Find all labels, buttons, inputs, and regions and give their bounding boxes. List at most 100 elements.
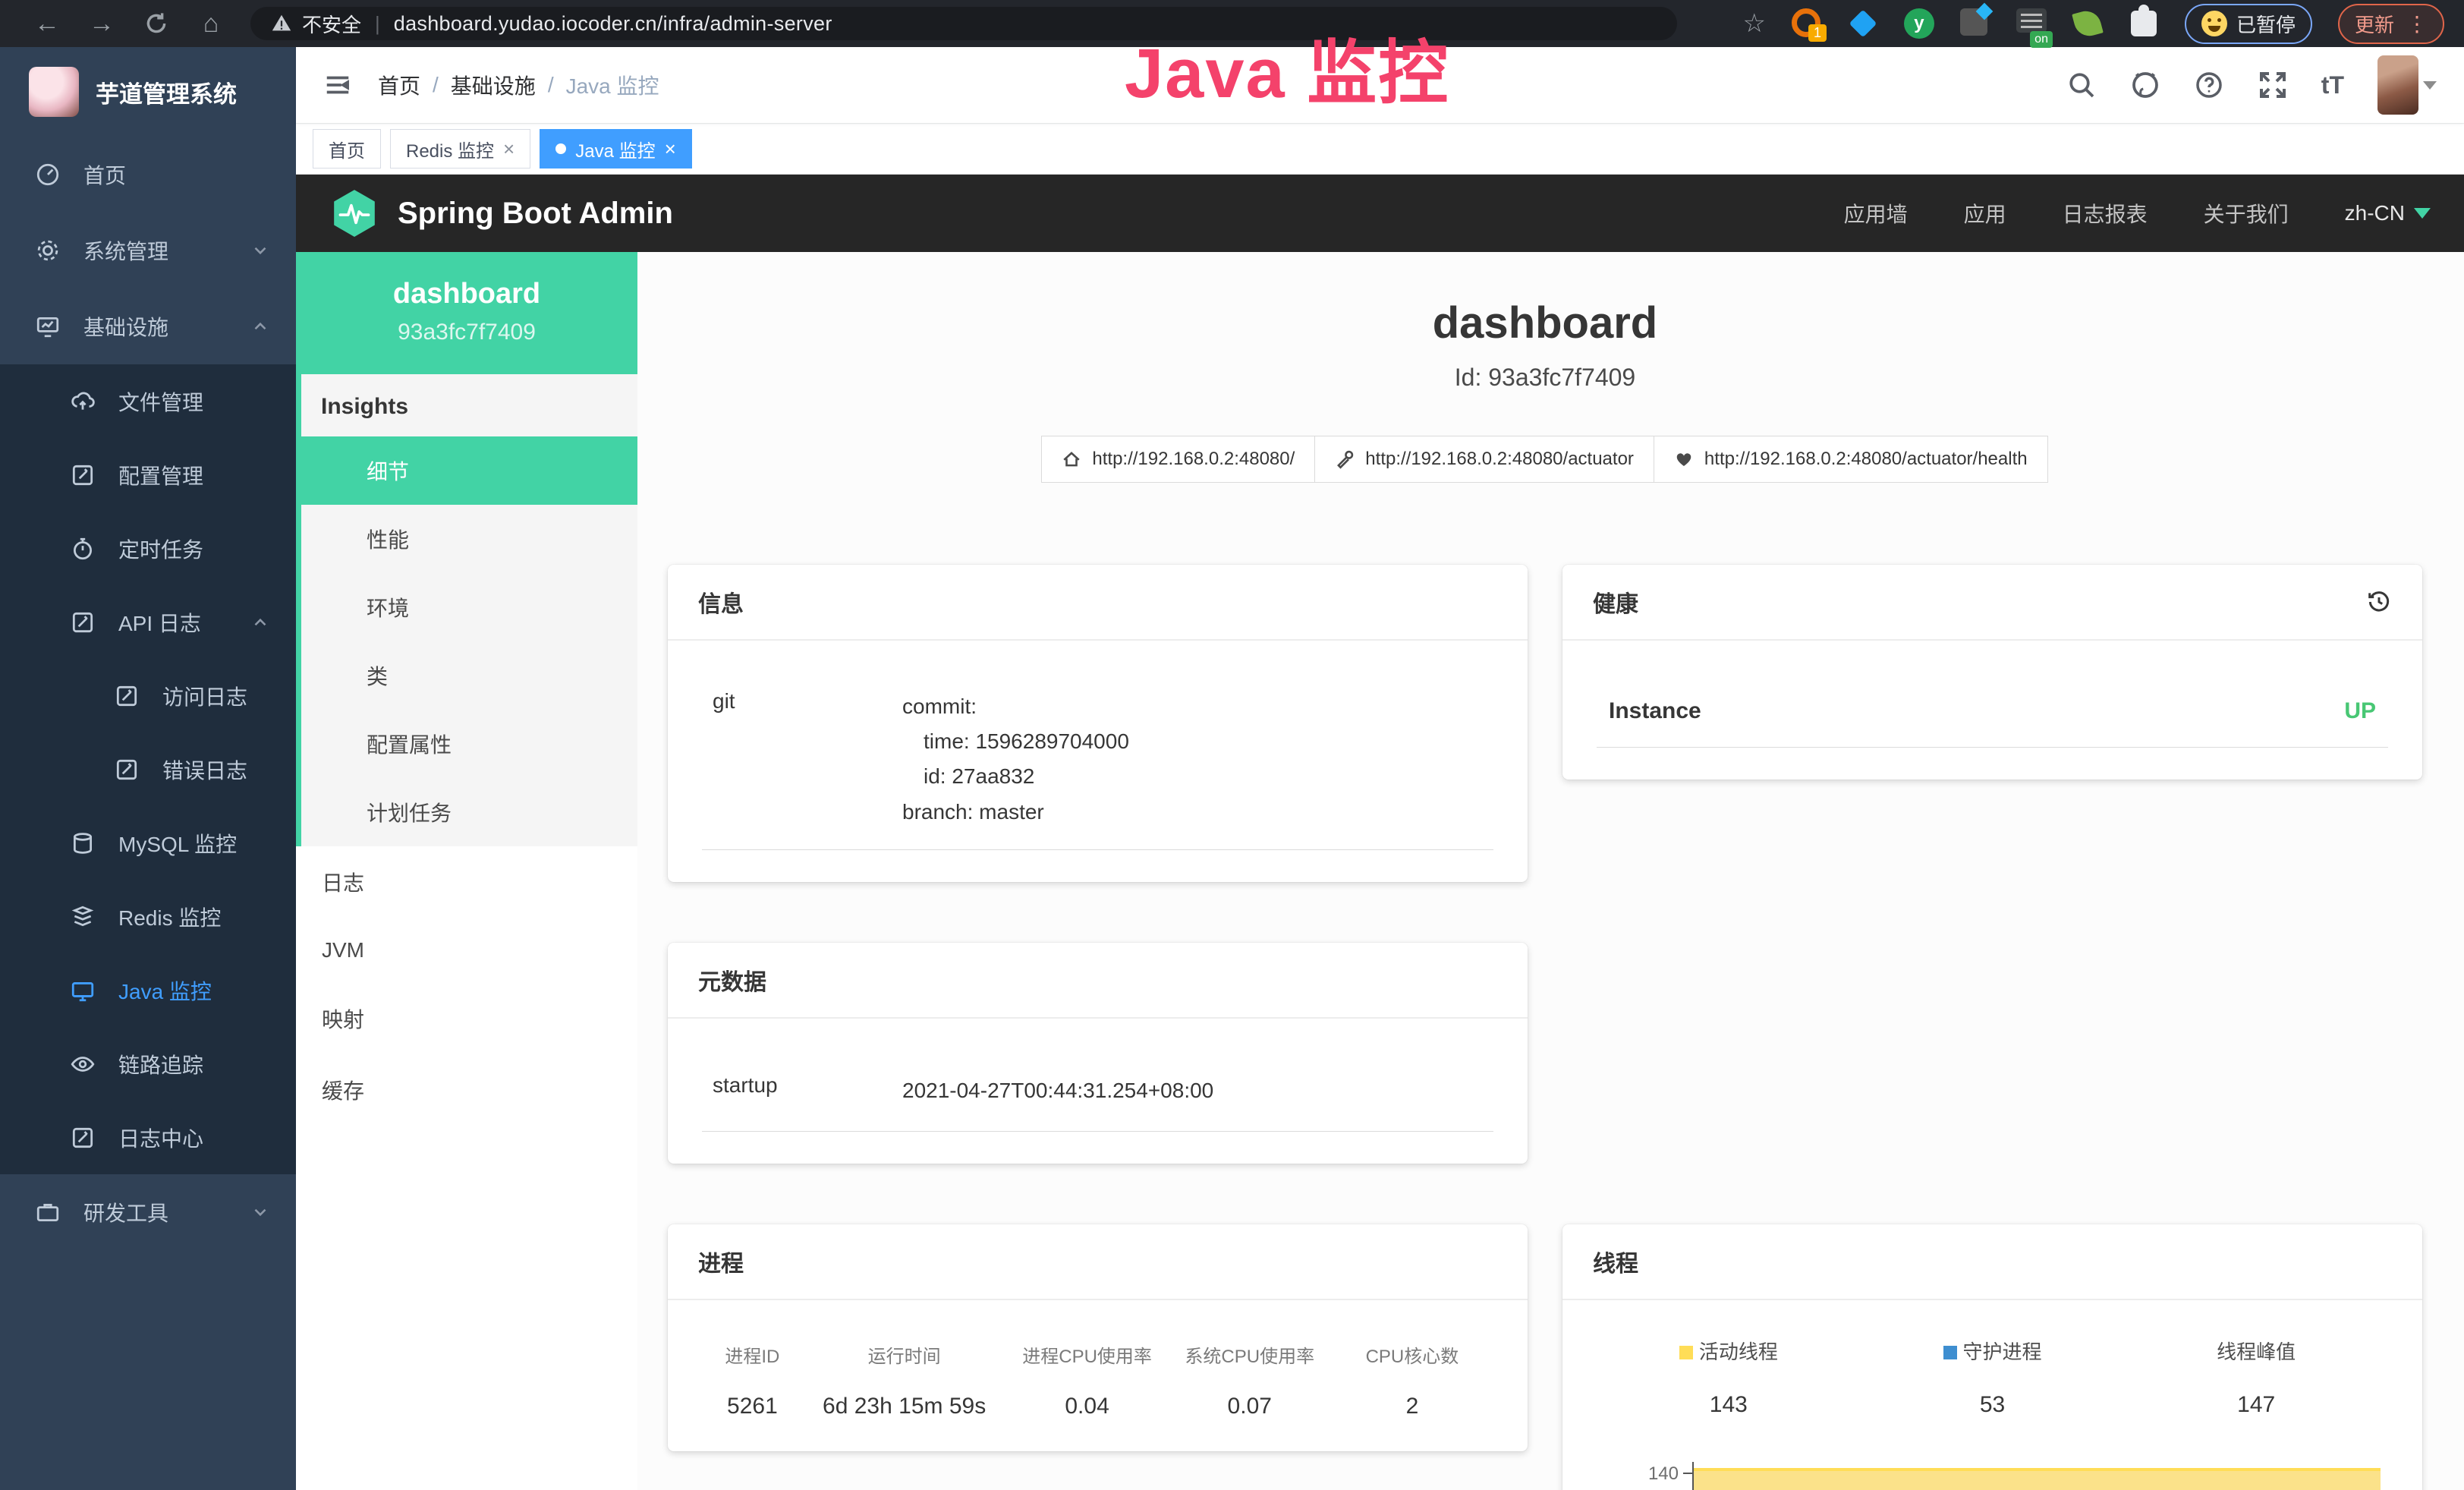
bookmark-star-icon[interactable]: ☆	[1742, 8, 1765, 39]
process-header-pid: 进程ID	[702, 1341, 803, 1368]
git-id-line: id: 27aa832	[902, 759, 1129, 794]
sidebar-item-files[interactable]: 文件管理	[0, 364, 296, 438]
sidebar-item-infra[interactable]: 基础设施	[0, 288, 296, 364]
sidebar-item-system[interactable]: 系统管理	[0, 213, 296, 288]
home-icon[interactable]: ⌂	[184, 9, 238, 39]
sba-nav-applications[interactable]: 应用	[1964, 198, 2006, 228]
security-label[interactable]: 不安全	[302, 10, 361, 38]
sba-brand[interactable]: Spring Boot Admin	[329, 188, 673, 238]
service-url-button[interactable]: http://192.168.0.2:48080/	[1041, 436, 1315, 483]
url-text[interactable]: dashboard.yudao.iocoder.cn/infra/admin-s…	[394, 12, 832, 36]
sidebar-item-jobs[interactable]: 定时任务	[0, 512, 296, 585]
extension-y-icon[interactable]: y	[1904, 8, 1934, 39]
extension-list-icon[interactable]: on	[2016, 8, 2047, 39]
sidebar-item-mysql[interactable]: MySQL 监控	[0, 806, 296, 880]
tag-label: Redis 监控	[406, 136, 494, 162]
tag-redis-monitor[interactable]: Redis 监控 ×	[390, 129, 530, 169]
sidebar-item-redis[interactable]: Redis 监控	[0, 880, 296, 953]
sba-nav-journal[interactable]: 日志报表	[2063, 198, 2148, 228]
process-card: 进程 进程ID 5261 运行时间 6d 23h 15m 59s	[668, 1224, 1528, 1451]
health-card: 健康 Instance UP	[1562, 565, 2422, 780]
sidebar-item-log-center[interactable]: 日志中心	[0, 1101, 296, 1174]
sba-item-config-props[interactable]: 配置属性	[301, 710, 637, 778]
card-title: 健康	[1593, 585, 1638, 619]
health-instance-row[interactable]: Instance UP	[1597, 680, 2388, 748]
chrome-update-button[interactable]: 更新 ⋮	[2338, 4, 2444, 44]
sidebar-item-java-monitor[interactable]: Java 监控	[0, 953, 296, 1027]
tags-view-bar: 首页 Redis 监控 × Java 监控 ×	[296, 123, 2464, 175]
sba-item-details[interactable]: 细节	[301, 436, 637, 505]
gauge-icon	[35, 162, 61, 187]
legend-label-peak: 线程峰值	[2217, 1340, 2296, 1363]
fullscreen-icon[interactable]	[2258, 70, 2288, 100]
profile-paused-chip[interactable]: 已暂停	[2185, 4, 2312, 44]
sba-nav-wall[interactable]: 应用墙	[1844, 198, 1908, 228]
sidebar-item-label: 定时任务	[118, 534, 203, 564]
sidebar-item-tracing[interactable]: 链路追踪	[0, 1027, 296, 1101]
log-edit-icon	[114, 757, 140, 783]
forward-icon[interactable]: →	[74, 9, 129, 39]
sba-item-classes[interactable]: 类	[301, 641, 637, 710]
sba-item-caches[interactable]: 缓存	[296, 1054, 637, 1126]
extension-grid-icon[interactable]	[1960, 8, 1990, 39]
sba-item-scheduled-tasks[interactable]: 计划任务	[301, 778, 637, 846]
sba-item-metrics[interactable]: 性能	[301, 505, 637, 573]
help-icon[interactable]	[2194, 70, 2224, 100]
extension-on-badge: on	[2030, 31, 2053, 48]
info-row-git: git commit: time: 1596289704000 id: 27aa…	[702, 677, 1493, 850]
health-url-button[interactable]: http://192.168.0.2:48080/actuator/health	[1654, 436, 2048, 483]
extension-badge: 1	[1808, 24, 1827, 42]
app-logo-row[interactable]: 芋道管理系统	[0, 47, 296, 137]
sidebar-item-dev-tools[interactable]: 研发工具	[0, 1174, 296, 1250]
legend-label-live: 活动线程	[1699, 1340, 1778, 1363]
redis-stack-icon	[70, 904, 96, 930]
breadcrumb-infra[interactable]: 基础设施	[451, 70, 536, 100]
extension-orange-icon[interactable]: 1	[1792, 8, 1822, 39]
process-header-system-cpu: 系统CPU使用率	[1169, 1341, 1331, 1368]
tag-label: 首页	[329, 136, 365, 162]
sba-item-logs[interactable]: 日志	[296, 846, 637, 918]
search-icon[interactable]	[2066, 70, 2097, 100]
user-avatar[interactable]	[2377, 55, 2418, 115]
sba-item-jvm[interactable]: JVM	[296, 918, 637, 983]
github-icon[interactable]	[2130, 70, 2160, 100]
profile-emoji-icon	[2201, 11, 2227, 36]
sba-item-mappings[interactable]: 映射	[296, 983, 637, 1054]
extension-pin-icon[interactable]	[1848, 8, 1878, 39]
paused-label: 已暂停	[2236, 10, 2296, 38]
sidebar-item-label: 日志中心	[118, 1123, 203, 1153]
close-icon[interactable]: ×	[665, 137, 676, 161]
legend-value-peak: 147	[2124, 1392, 2388, 1418]
back-icon[interactable]: ←	[20, 9, 74, 39]
user-menu[interactable]	[2377, 55, 2437, 115]
sidebar-item-error-log[interactable]: 错误日志	[0, 732, 296, 806]
process-value-pid: 5261	[702, 1394, 803, 1419]
font-size-icon[interactable]: tT	[2321, 70, 2344, 100]
extensions-puzzle-icon[interactable]	[2129, 8, 2159, 39]
instance-header[interactable]: dashboard 93a3fc7f7409	[296, 252, 637, 374]
sidebar-item-config[interactable]: 配置管理	[0, 438, 296, 512]
history-icon[interactable]	[2366, 589, 2392, 615]
sba-language-select[interactable]: zh-CN	[2345, 201, 2431, 225]
sidebar-item-label: 文件管理	[118, 386, 203, 417]
legend-value-live: 143	[1597, 1392, 1861, 1418]
legend-swatch-daemon	[1943, 1346, 1957, 1359]
reload-icon[interactable]	[129, 11, 184, 36]
breadcrumb-home[interactable]: 首页	[378, 70, 420, 100]
sba-nav-about[interactable]: 关于我们	[2204, 198, 2289, 228]
collapse-menu-icon[interactable]	[323, 71, 352, 99]
actuator-url-button[interactable]: http://192.168.0.2:48080/actuator	[1314, 436, 1654, 483]
address-bar[interactable]: 不安全 | dashboard.yudao.iocoder.cn/infra/a…	[250, 7, 1677, 40]
sidebar-item-home[interactable]: 首页	[0, 137, 296, 213]
sba-item-environment[interactable]: 环境	[301, 573, 637, 641]
tag-java-monitor[interactable]: Java 监控 ×	[540, 129, 692, 169]
sidebar-item-label: MySQL 监控	[118, 828, 237, 858]
legend-swatch-live	[1679, 1346, 1693, 1359]
tag-home[interactable]: 首页	[313, 129, 381, 169]
extension-leaf-icon[interactable]	[2072, 8, 2103, 39]
browser-menu-icon[interactable]: ⋮	[2406, 11, 2428, 36]
sidebar-item-access-log[interactable]: 访问日志	[0, 659, 296, 732]
sidebar-item-api-log[interactable]: API 日志	[0, 585, 296, 659]
edit-square-icon	[70, 462, 96, 488]
close-icon[interactable]: ×	[503, 137, 515, 161]
